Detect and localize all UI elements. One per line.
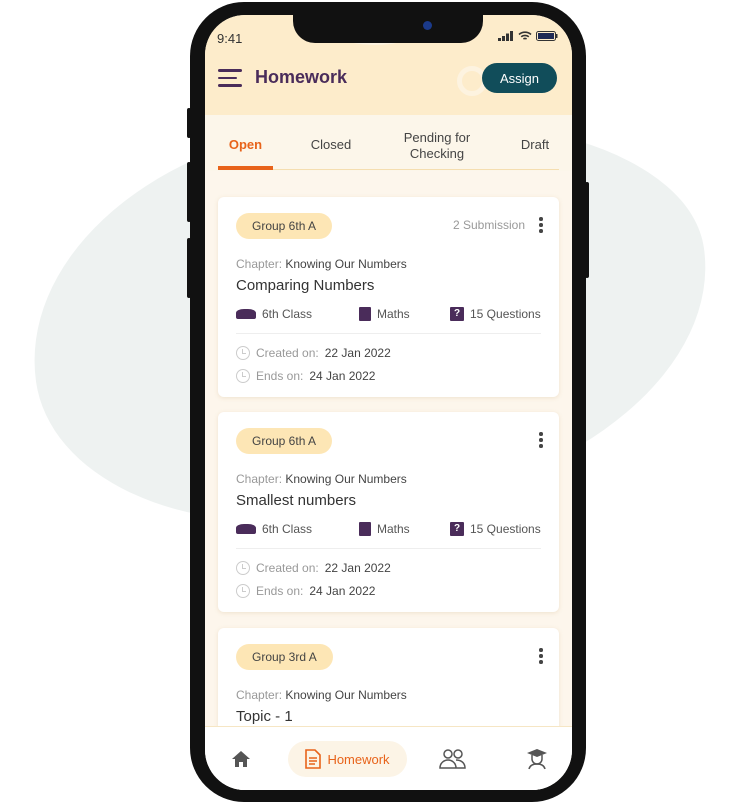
homework-title: Topic - 1 (236, 708, 293, 725)
homework-title: Comparing Numbers (236, 277, 375, 294)
status-time: 9:41 (217, 31, 243, 46)
end-date: Ends on: 24 Jan 2022 (236, 584, 375, 598)
subject-info: Maths (359, 307, 410, 321)
battery-icon (536, 31, 558, 41)
questions-info: ? 15 Questions (450, 522, 541, 536)
camera-icon (423, 21, 432, 30)
wifi-icon (518, 31, 532, 40)
divider (236, 548, 541, 549)
tab-active-indicator (218, 166, 273, 170)
submission-count[interactable]: 2 Submission (453, 218, 525, 232)
homework-card[interactable]: Group 6th A Chapter: Knowing Our Numbers… (218, 412, 559, 612)
end-date: Ends on: 24 Jan 2022 (236, 369, 375, 383)
group-badge: Group 6th A (236, 213, 333, 239)
group-badge: Group 6th A (236, 428, 333, 454)
question-icon: ? (450, 307, 464, 321)
homework-card[interactable]: Group 6th A 2 Submission Chapter: Knowin… (218, 197, 559, 397)
chapter: Chapter: Knowing Our Numbers (236, 257, 407, 271)
notch (293, 15, 483, 43)
tab-draft[interactable]: Draft (513, 137, 557, 153)
tab-pending-for-checking[interactable]: Pending for Checking (392, 130, 482, 162)
clock-icon (236, 369, 250, 383)
bottom-nav: Homework (205, 726, 572, 790)
nav-groups[interactable] (437, 741, 469, 777)
status-icons (498, 31, 558, 41)
homework-title: Smallest numbers (236, 492, 357, 509)
nav-profile[interactable] (523, 741, 551, 777)
nav-homework[interactable]: Homework (288, 741, 407, 777)
class-info: 6th Class (236, 522, 312, 536)
question-icon: ? (450, 522, 464, 536)
tab-open[interactable]: Open (218, 137, 273, 153)
created-date: Created on: 22 Jan 2022 (236, 561, 391, 575)
assign-button[interactable]: Assign (482, 63, 557, 93)
divider (236, 333, 541, 334)
group-badge: Group 3rd A (236, 644, 333, 670)
clock-icon (236, 584, 250, 598)
phone-frame: 9:41 Homework Assign Open Closed Pending… (190, 2, 586, 802)
signal-icon (498, 31, 513, 41)
clock-icon (236, 346, 250, 360)
graduation-cap-icon (236, 309, 256, 319)
chapter: Chapter: Knowing Our Numbers (236, 472, 407, 486)
tab-bar: Open Closed Pending for Checking Draft (205, 115, 572, 171)
document-icon (305, 749, 322, 769)
more-options-icon[interactable] (539, 217, 543, 235)
created-date: Created on: 22 Jan 2022 (236, 346, 391, 360)
questions-info: ? 15 Questions (450, 307, 541, 321)
student-icon (527, 749, 547, 770)
graduation-cap-icon (236, 524, 256, 534)
class-info: 6th Class (236, 307, 312, 321)
clock-icon (236, 561, 250, 575)
home-icon (232, 751, 250, 767)
menu-icon[interactable] (218, 69, 242, 92)
chapter: Chapter: Knowing Our Numbers (236, 688, 407, 702)
book-icon (359, 522, 371, 536)
nav-home[interactable] (227, 741, 255, 777)
more-options-icon[interactable] (539, 432, 543, 450)
book-icon (359, 307, 371, 321)
subject-info: Maths (359, 522, 410, 536)
page-title: Homework (255, 67, 348, 87)
users-icon (439, 749, 466, 769)
more-options-icon[interactable] (539, 648, 543, 666)
tab-closed[interactable]: Closed (301, 137, 361, 153)
screen: 9:41 Homework Assign Open Closed Pending… (205, 15, 572, 790)
